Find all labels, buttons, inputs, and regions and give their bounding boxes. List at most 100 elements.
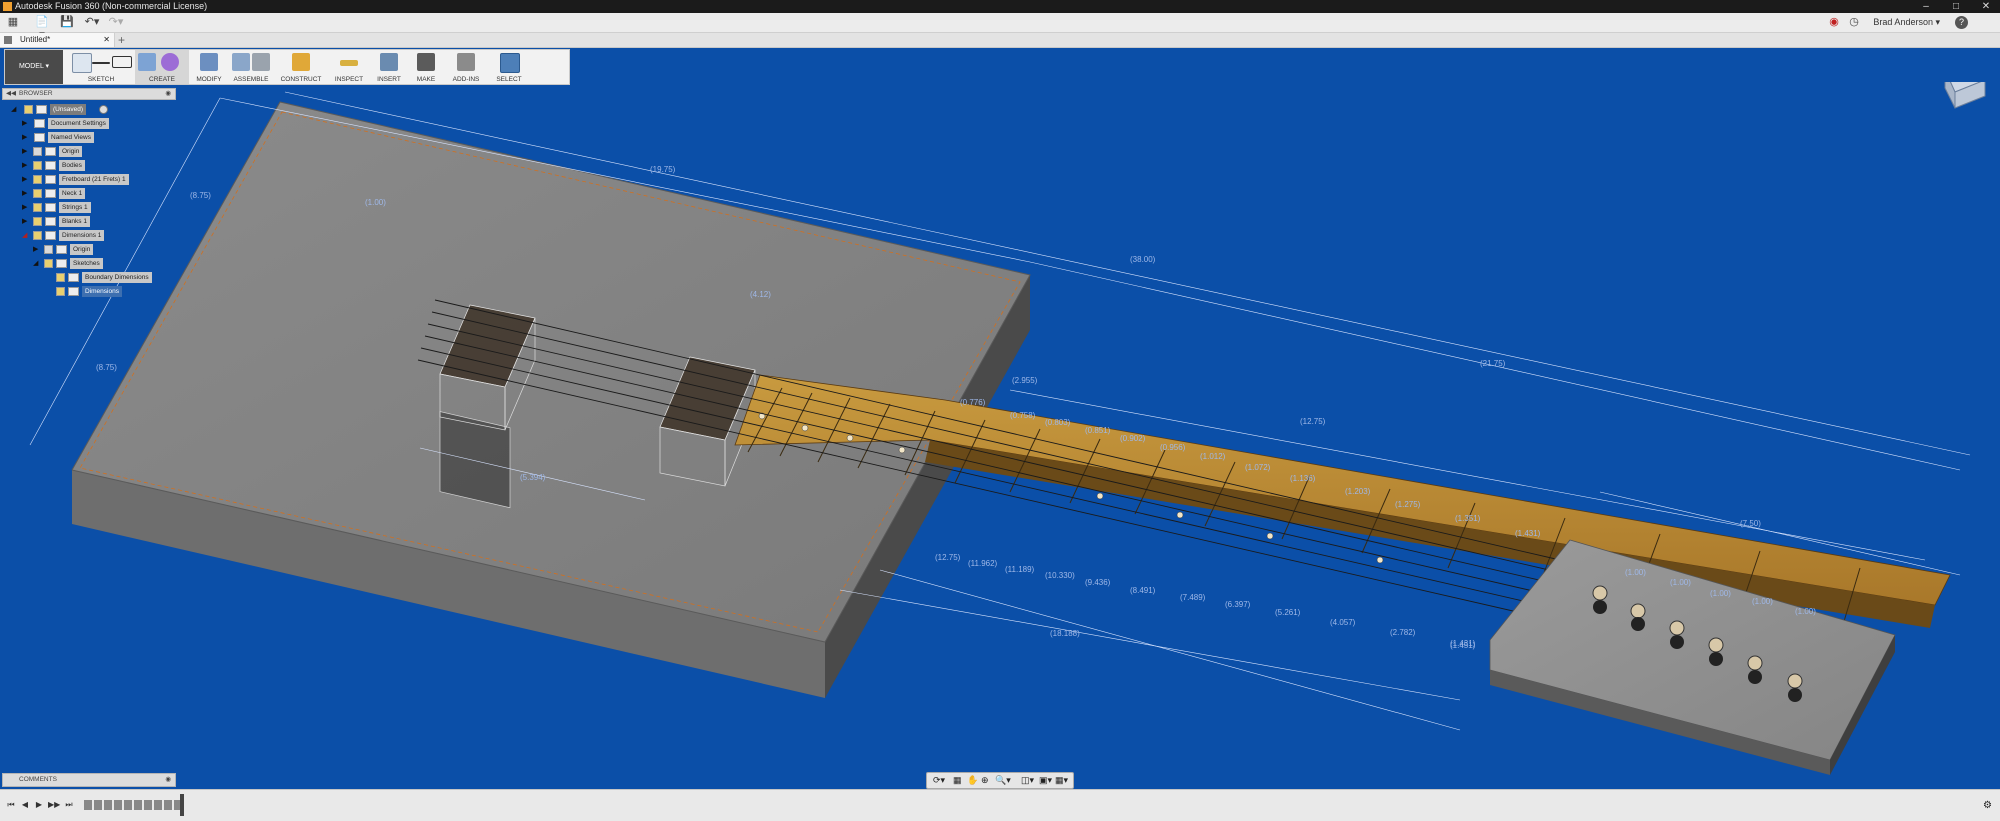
3d-print-icon[interactable] [417, 53, 435, 71]
close-icon[interactable]: ✕ [1972, 0, 2000, 13]
rectangle-icon[interactable] [112, 56, 132, 68]
tree-item-label[interactable]: Fretboard (21 Frets) 1 [59, 174, 129, 185]
comments-pin-icon[interactable]: ◉ [165, 774, 171, 786]
tree-item-label[interactable]: Sketches [70, 258, 103, 269]
redo-icon[interactable]: ↷▾ [108, 16, 124, 29]
comments-panel-header[interactable]: COMMENTS ◉ [2, 773, 176, 787]
expand-arrow-icon[interactable]: ▶ [22, 217, 30, 226]
sketch-group[interactable]: SKETCH [69, 50, 133, 84]
insert-image-icon[interactable] [380, 53, 398, 71]
tree-item-label[interactable]: Strings 1 [59, 202, 91, 213]
look-at-icon[interactable]: ▦ [953, 775, 962, 786]
visibility-bulb-icon[interactable] [33, 203, 42, 212]
maximize-icon[interactable]: □ [1942, 0, 1970, 13]
tree-item-label[interactable]: Neck 1 [59, 188, 86, 199]
step-back-icon[interactable]: ◀ [20, 800, 30, 810]
tree-item-label[interactable]: Named Views [48, 132, 94, 143]
visual-style-icon[interactable]: ▣▾ [1039, 775, 1052, 786]
tree-item-sketches[interactable]: ◢ Sketches [33, 258, 173, 269]
tree-item-label[interactable]: Dimensions [82, 286, 122, 297]
tree-root[interactable]: ◢ (Unsaved) [11, 104, 171, 115]
save-icon[interactable]: 💾 [60, 16, 74, 29]
close-tab-icon[interactable]: ✕ [103, 33, 110, 47]
tree-item-blanks[interactable]: ▶ Blanks 1 [22, 216, 172, 227]
expand-arrow-icon[interactable]: ▶ [22, 147, 30, 156]
press-pull-icon[interactable] [200, 53, 218, 71]
modify-group[interactable]: MODIFY [191, 50, 227, 84]
visibility-bulb-icon[interactable] [33, 175, 42, 184]
collapse-arrow-icon[interactable]: ◢ [33, 259, 41, 268]
file-menu-icon[interactable]: 📄▾ [34, 16, 50, 41]
browser-panel-header[interactable]: ◀◀ BROWSER ◉ [2, 88, 176, 100]
browser-collapse-icon[interactable]: ◀◀ [6, 89, 16, 99]
undo-icon[interactable]: ↶▾ [84, 16, 100, 29]
line-icon[interactable] [92, 62, 110, 64]
insert-group[interactable]: INSERT [371, 50, 407, 84]
zoom-icon[interactable]: ⊕ [981, 775, 989, 786]
new-tab-icon[interactable]: + [118, 33, 125, 47]
step-forward-icon[interactable]: ▶▶ [48, 800, 60, 810]
create-sketch-icon[interactable] [72, 53, 92, 73]
visibility-bulb-icon[interactable] [33, 189, 42, 198]
browser-pin-icon[interactable]: ◉ [165, 89, 171, 99]
help-icon[interactable]: ? [1955, 16, 1968, 29]
expand-arrow-icon[interactable]: ▶ [22, 175, 30, 184]
tree-item-label[interactable]: Origin [70, 244, 94, 255]
visibility-bulb-icon[interactable] [33, 217, 42, 226]
visibility-bulb-icon[interactable] [33, 231, 42, 240]
user-name[interactable]: Brad Anderson ▾ [1873, 17, 1940, 28]
tree-item-label[interactable]: Blanks 1 [59, 216, 90, 227]
pan-icon[interactable]: ✋ [967, 775, 978, 786]
tree-item-label[interactable]: Boundary Dimensions [82, 272, 152, 283]
visibility-bulb-icon[interactable] [24, 105, 33, 114]
add-ins-group[interactable]: ADD-INS [445, 50, 487, 84]
collapse-arrow-icon[interactable]: ◢ [22, 231, 30, 240]
inspect-group[interactable]: INSPECT [329, 50, 369, 84]
extrude-icon[interactable] [138, 53, 156, 71]
orbit-icon[interactable]: ⟳▾ [933, 775, 945, 786]
tree-item-fretboard[interactable]: ▶ Fretboard (21 Frets) 1 [22, 174, 172, 185]
tree-item-dimensions[interactable]: ◢ Dimensions 1 [22, 230, 172, 241]
timeline-marker[interactable] [180, 794, 184, 816]
visibility-bulb-icon[interactable] [56, 287, 65, 296]
joint-icon[interactable] [252, 53, 270, 71]
visibility-bulb-icon[interactable] [56, 273, 65, 282]
tree-item-document-settings[interactable]: ▶ Document Settings [22, 118, 172, 129]
visibility-bulb-icon[interactable] [33, 161, 42, 170]
fit-icon[interactable]: 🔍▾ [995, 775, 1011, 786]
minimize-icon[interactable]: – [1912, 0, 1940, 13]
offset-plane-icon[interactable] [292, 53, 310, 71]
select-group[interactable]: SELECT [489, 50, 529, 84]
tree-item-label[interactable]: Bodies [59, 160, 85, 171]
collapse-arrow-icon[interactable]: ◢ [11, 105, 19, 114]
new-component-icon[interactable] [232, 53, 250, 71]
workspace-switcher[interactable]: MODEL ▾ [5, 50, 63, 84]
select-arrow-icon[interactable] [500, 53, 520, 73]
tree-item-named-views[interactable]: ▶ Named Views [22, 132, 172, 143]
expand-arrow-icon[interactable]: ▶ [33, 245, 41, 254]
expand-arrow-icon[interactable]: ▶ [22, 189, 30, 198]
tree-item-neck[interactable]: ▶ Neck 1 [22, 188, 172, 199]
expand-arrow-icon[interactable]: ▶ [22, 133, 30, 142]
document-tab[interactable]: Untitled* ✕ [0, 33, 115, 47]
tree-item-origin[interactable]: ▶ Origin [22, 146, 172, 157]
tree-item-label[interactable]: (Unsaved) [50, 104, 86, 115]
target-icon[interactable] [99, 105, 108, 114]
tree-item-label[interactable]: Origin [59, 146, 83, 157]
go-to-end-icon[interactable]: ⏭ [64, 800, 74, 810]
display-settings-icon[interactable]: ◫▾ [1021, 775, 1034, 786]
model-viewport[interactable]: (19.75) (38.00) (21.75) (12.75) (7.50) (… [0, 82, 2000, 788]
timeline-settings-icon[interactable]: ⚙ [1983, 800, 1992, 811]
timeline-features[interactable] [84, 800, 180, 810]
assemble-group[interactable]: ASSEMBLE [229, 50, 273, 84]
grid-icon[interactable]: ▦▾ [1055, 775, 1068, 786]
expand-arrow-icon[interactable]: ▶ [22, 161, 30, 170]
scripts-icon[interactable] [457, 53, 475, 71]
visibility-bulb-icon[interactable] [33, 147, 42, 156]
form-icon[interactable] [161, 53, 179, 71]
construct-group[interactable]: CONSTRUCT [275, 50, 327, 84]
tree-item-boundary-dimensions[interactable]: Boundary Dimensions [44, 272, 174, 283]
record-icon[interactable]: ◉ [1828, 16, 1840, 29]
tree-item-strings[interactable]: ▶ Strings 1 [22, 202, 172, 213]
play-icon[interactable]: ▶ [34, 800, 44, 810]
